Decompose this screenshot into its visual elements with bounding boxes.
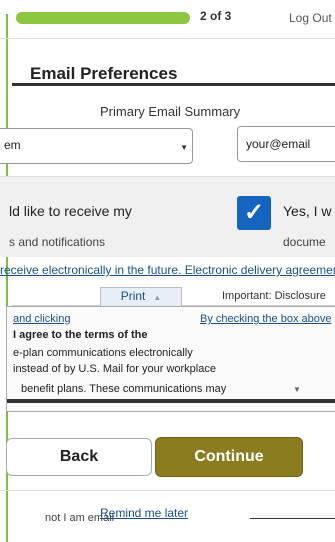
footer-divider — [0, 490, 335, 491]
step-indicator: 2 of 3 — [200, 9, 232, 23]
enrollment-page: 2 of 3 Log Out Email Preferences Primary… — [0, 0, 335, 542]
chevron-up-icon: ▲ — [153, 293, 162, 302]
doc-line-2: I agree to the terms of the — [13, 329, 148, 341]
doc-line-1: and clicking — [13, 313, 71, 325]
preference-text-2: s and notifications — [9, 235, 106, 249]
email-input[interactable]: your@email — [237, 126, 335, 162]
terms-document[interactable]: and clicking By checking the box above I… — [6, 306, 335, 412]
continue-button[interactable]: Continue — [155, 437, 303, 477]
document-scrollbar[interactable] — [7, 399, 335, 403]
remind-later-link[interactable]: Remind me later — [100, 506, 188, 520]
preference-text: ld like to receive my — [9, 203, 132, 219]
delivery-agreement-link[interactable]: receive electronically in the future. El… — [0, 263, 335, 279]
important-label: Important: Disclosure — [222, 290, 326, 302]
doc-line-4: instead of by U.S. Mail for your workpla… — [13, 363, 216, 375]
doc-line-5: benefit plans. These communications may — [21, 383, 227, 395]
document-toolbar: Print ▲ Important: Disclosure — [12, 287, 335, 307]
scroll-down-icon[interactable]: ▼ — [293, 385, 301, 394]
print-button[interactable]: Print ▲ — [100, 287, 182, 307]
progress-bar — [16, 12, 190, 24]
checkmark-icon: ✓ — [243, 199, 265, 226]
header-divider — [0, 38, 335, 39]
doc-line-1b: By checking the box above — [200, 313, 332, 325]
consent-label-2: docume — [283, 235, 326, 249]
email-value: your@email — [246, 137, 311, 151]
select-value: em — [4, 138, 21, 152]
back-button[interactable]: Back — [6, 438, 152, 476]
page-title: Email Preferences — [30, 64, 178, 83]
consent-checkbox[interactable]: ✓ — [237, 196, 271, 230]
preferences-band: ld like to receive my s and notification… — [0, 176, 335, 257]
print-label: Print — [120, 289, 146, 303]
footer-rule — [250, 518, 335, 519]
chevron-down-icon: ▼ — [180, 143, 188, 152]
heading-underline — [12, 83, 335, 86]
doc-line-3: e-plan communications electronically — [13, 347, 193, 359]
consent-label: Yes, I w — [283, 203, 332, 219]
email-type-select[interactable]: em ▼ — [0, 128, 193, 164]
section-subtitle: Primary Email Summary — [100, 104, 241, 119]
logout-link[interactable]: Log Out — [289, 11, 332, 25]
